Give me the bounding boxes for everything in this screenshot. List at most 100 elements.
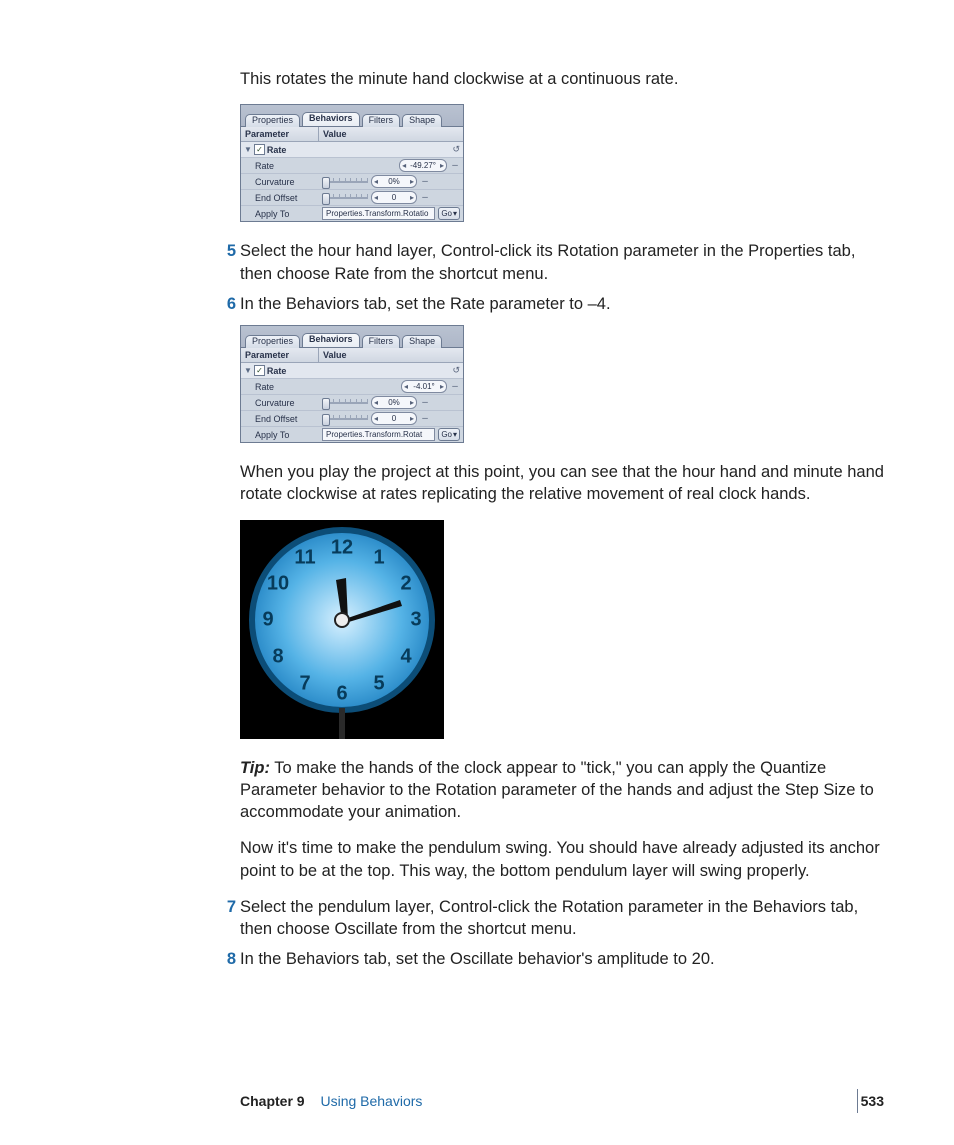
chapter-title: Using Behaviors: [320, 1093, 422, 1109]
clock-num-7: 7: [299, 672, 310, 694]
group-row-rate[interactable]: ▼ ✓ Rate ↺: [241, 142, 463, 158]
step-text: Select the pendulum layer, Control-click…: [240, 898, 858, 938]
rate-value: -4.01°: [410, 382, 438, 391]
curvature-value-stepper[interactable]: ◂ 0% ▸: [371, 396, 417, 409]
param-menu-icon[interactable]: –: [420, 398, 430, 408]
stepper-left-icon[interactable]: ◂: [400, 161, 408, 170]
clock-svg: 12 1 2 3 4 5 6 7 8 9 10 11: [240, 520, 444, 739]
endoffset-value: 0: [380, 193, 408, 202]
stepper-left-icon[interactable]: ◂: [372, 193, 380, 202]
param-label: Apply To: [255, 209, 289, 219]
endoffset-slider[interactable]: [322, 414, 368, 424]
step-5: 5 Select the hour hand layer, Control-cl…: [240, 240, 884, 285]
endoffset-slider[interactable]: [322, 193, 368, 203]
chevron-down-icon: ▾: [453, 430, 457, 439]
clock-num-8: 8: [272, 645, 283, 667]
stepper-left-icon[interactable]: ◂: [402, 382, 410, 391]
step-number: 5: [220, 240, 236, 262]
group-row-rate[interactable]: ▼ ✓ Rate ↺: [241, 363, 463, 379]
endoffset-value: 0: [380, 414, 408, 423]
group-label: Rate: [267, 366, 287, 376]
tab-filters[interactable]: Filters: [362, 335, 401, 348]
clock-num-6: 6: [336, 682, 347, 704]
clock-num-10: 10: [267, 572, 289, 594]
pendulum-stem: [339, 708, 345, 739]
page-footer: Chapter 9 Using Behaviors 533: [0, 1093, 954, 1109]
stepper-right-icon[interactable]: ▸: [408, 177, 416, 186]
stepper-left-icon[interactable]: ◂: [372, 414, 380, 423]
go-button[interactable]: Go▾: [438, 428, 460, 441]
clock-num-2: 2: [400, 572, 411, 594]
slider-thumb-icon[interactable]: [322, 414, 330, 426]
enable-checkbox[interactable]: ✓: [254, 144, 265, 155]
param-menu-icon[interactable]: –: [420, 177, 430, 187]
go-button[interactable]: Go▾: [438, 207, 460, 220]
disclosure-triangle-icon[interactable]: ▼: [244, 367, 252, 375]
tab-properties[interactable]: Properties: [245, 114, 300, 127]
tab-properties[interactable]: Properties: [245, 335, 300, 348]
param-label: End Offset: [255, 414, 297, 424]
tab-shape[interactable]: Shape: [402, 335, 442, 348]
param-row-curvature: Curvature ◂ 0% ▸ –: [241, 174, 463, 190]
stepper-right-icon[interactable]: ▸: [408, 193, 416, 202]
group-label: Rate: [267, 145, 287, 155]
param-menu-icon[interactable]: –: [450, 382, 460, 392]
slider-thumb-icon[interactable]: [322, 193, 330, 205]
tab-filters[interactable]: Filters: [362, 114, 401, 127]
reset-icon[interactable]: ↺: [452, 365, 460, 376]
tab-shape[interactable]: Shape: [402, 114, 442, 127]
endoffset-value-stepper[interactable]: ◂ 0 ▸: [371, 412, 417, 425]
panel-columns-header: Parameter Value: [241, 348, 463, 363]
enable-checkbox[interactable]: ✓: [254, 365, 265, 376]
step-7: 7 Select the pendulum layer, Control-cli…: [240, 896, 884, 941]
intro-text: This rotates the minute hand clockwise a…: [240, 68, 884, 90]
column-value: Value: [319, 348, 463, 362]
reset-icon[interactable]: ↺: [452, 144, 460, 155]
disclosure-triangle-icon[interactable]: ▼: [244, 146, 252, 154]
param-label: Apply To: [255, 430, 289, 440]
clock-num-4: 4: [400, 645, 412, 667]
param-row-rate: Rate ◂ -49.27° ▸ –: [241, 158, 463, 174]
param-label: Curvature: [255, 177, 295, 187]
endoffset-value-stepper[interactable]: ◂ 0 ▸: [371, 191, 417, 204]
clock-num-5: 5: [373, 672, 384, 694]
stepper-left-icon[interactable]: ◂: [372, 177, 380, 186]
param-row-endoffset: End Offset ◂ 0 ▸ –: [241, 411, 463, 427]
param-row-curvature: Curvature ◂ 0% ▸ –: [241, 395, 463, 411]
curvature-slider[interactable]: [322, 398, 368, 408]
stepper-right-icon[interactable]: ▸: [438, 382, 446, 391]
tip-label: Tip:: [240, 759, 270, 777]
param-label: Curvature: [255, 398, 295, 408]
slider-thumb-icon[interactable]: [322, 177, 330, 189]
apply-to-field[interactable]: Properties.Transform.Rotatio: [322, 207, 435, 220]
page-number: 533: [861, 1093, 884, 1109]
param-row-applyto: Apply To Properties.Transform.Rotat Go▾: [241, 427, 463, 442]
param-label: Rate: [255, 161, 274, 171]
param-menu-icon[interactable]: –: [450, 161, 460, 171]
curvature-value-stepper[interactable]: ◂ 0% ▸: [371, 175, 417, 188]
stepper-left-icon[interactable]: ◂: [372, 398, 380, 407]
footer-separator: [857, 1089, 858, 1113]
param-menu-icon[interactable]: –: [420, 193, 430, 203]
stepper-right-icon[interactable]: ▸: [438, 161, 446, 170]
step-6: 6 In the Behaviors tab, set the Rate par…: [240, 293, 884, 315]
chapter-label: Chapter 9: [240, 1093, 305, 1109]
tip-text: To make the hands of the clock appear to…: [240, 759, 874, 822]
tab-behaviors[interactable]: Behaviors: [302, 112, 360, 126]
step-number: 7: [220, 896, 236, 918]
panel: Properties Behaviors Filters Shape Param…: [240, 325, 464, 443]
step-text: In the Behaviors tab, set the Rate param…: [240, 295, 611, 313]
rate-value-stepper[interactable]: ◂ -49.27° ▸: [399, 159, 447, 172]
tab-behaviors[interactable]: Behaviors: [302, 333, 360, 347]
stepper-right-icon[interactable]: ▸: [408, 414, 416, 423]
after-panel2-text: When you play the project at this point,…: [240, 461, 884, 506]
curvature-value: 0%: [380, 177, 408, 186]
param-menu-icon[interactable]: –: [420, 414, 430, 424]
pendulum-intro-text: Now it's time to make the pendulum swing…: [240, 837, 884, 882]
apply-to-field[interactable]: Properties.Transform.Rotat: [322, 428, 435, 441]
rate-value-stepper[interactable]: ◂ -4.01° ▸: [401, 380, 447, 393]
step-number: 8: [220, 948, 236, 970]
slider-thumb-icon[interactable]: [322, 398, 330, 410]
curvature-slider[interactable]: [322, 177, 368, 187]
stepper-right-icon[interactable]: ▸: [408, 398, 416, 407]
